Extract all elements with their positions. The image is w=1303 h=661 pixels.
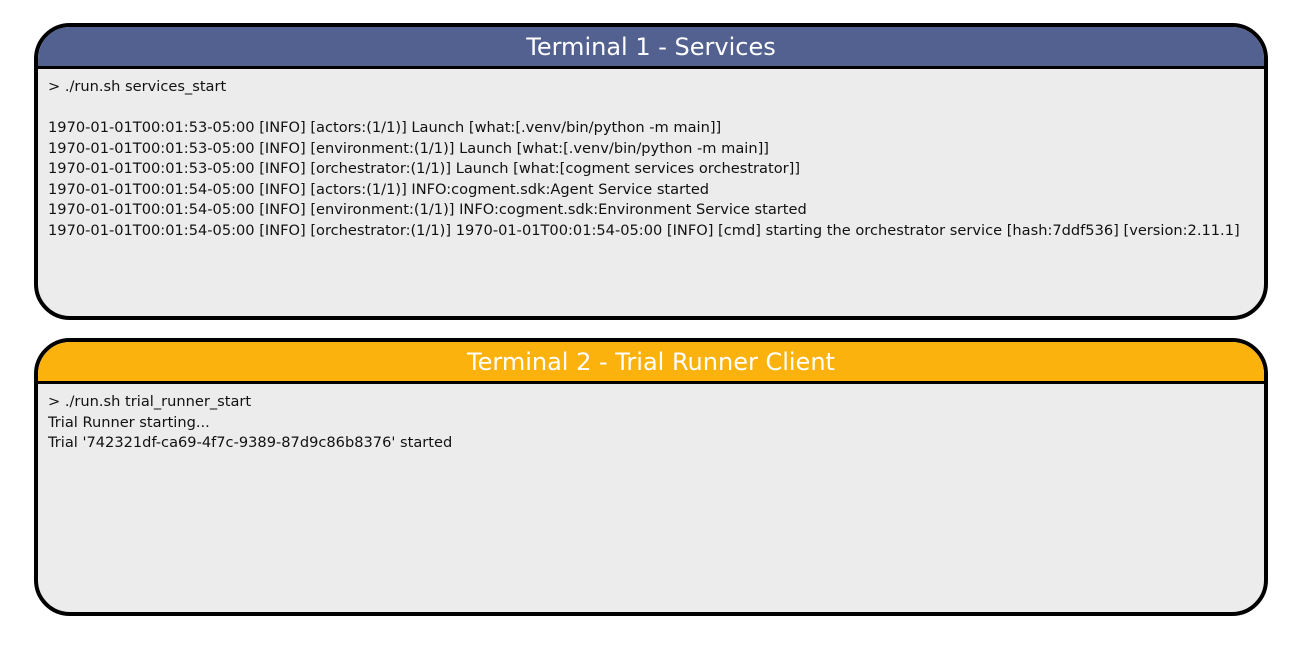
- log-line: Trial '742321df-ca69-4f7c-9389-87d9c86b8…: [48, 434, 453, 451]
- terminal-1-window[interactable]: Terminal 1 - Services > ./run.sh service…: [34, 23, 1268, 320]
- log-line: 1970-01-01T00:01:54-05:00 [INFO] [enviro…: [48, 201, 807, 218]
- terminal-2-window[interactable]: Terminal 2 - Trial Runner Client > ./run…: [34, 338, 1268, 616]
- terminal-2-title: Terminal 2 - Trial Runner Client: [467, 347, 835, 376]
- terminal-1-output[interactable]: > ./run.sh services_start 1970-01-01T00:…: [38, 69, 1264, 241]
- log-line: 1970-01-01T00:01:53-05:00 [INFO] [actors…: [48, 119, 722, 136]
- log-line: 1970-01-01T00:01:53-05:00 [INFO] [enviro…: [48, 139, 769, 157]
- terminal-1-command: > ./run.sh services_start: [48, 78, 227, 95]
- terminal-2-command: > ./run.sh trial_runner_start: [48, 393, 252, 410]
- log-line: 1970-01-01T00:01:54-05:00 [INFO] [actors…: [48, 180, 710, 198]
- log-line: Trial Runner starting...: [48, 413, 210, 431]
- terminal-1-title-bar: Terminal 1 - Services: [38, 27, 1264, 69]
- log-line: 1970-01-01T00:01:54-05:00 [INFO] [orches…: [48, 221, 1240, 239]
- log-line: 1970-01-01T00:01:53-05:00 [INFO] [orches…: [48, 160, 801, 177]
- terminal-1-blank-line: [48, 98, 1254, 119]
- terminal-2-title-bar: Terminal 2 - Trial Runner Client: [38, 342, 1264, 384]
- terminal-1-title: Terminal 1 - Services: [526, 32, 776, 61]
- terminal-2-output[interactable]: > ./run.sh trial_runner_start Trial Runn…: [38, 384, 1264, 454]
